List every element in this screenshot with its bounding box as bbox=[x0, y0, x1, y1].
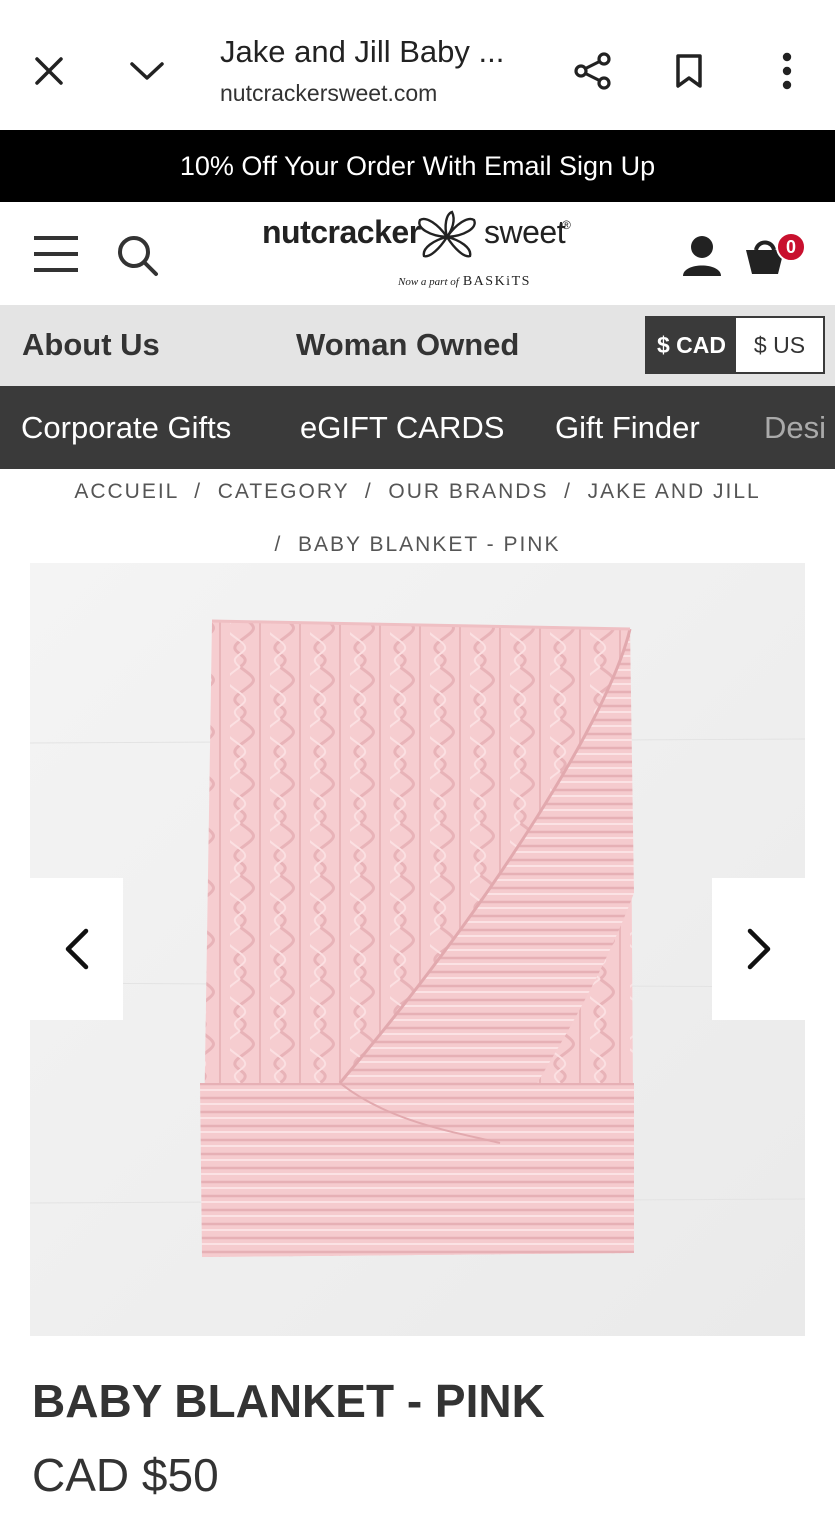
promo-banner[interactable]: 10% Off Your Order With Email Sign Up bbox=[0, 130, 835, 202]
nav-design-truncated[interactable]: Desi bbox=[764, 410, 826, 446]
logo-text-right: sweet bbox=[484, 214, 566, 250]
product-image[interactable] bbox=[30, 563, 805, 1336]
site-header: nutcracker sweet ® Now a part of BASKiTS bbox=[0, 202, 835, 305]
more-vert-icon[interactable] bbox=[768, 48, 806, 94]
share-icon[interactable] bbox=[570, 48, 616, 94]
logo-trademark: ® bbox=[562, 218, 571, 232]
logo-tagline: Now a part of BASKiTS bbox=[398, 274, 531, 290]
secondary-nav: About Us Woman Owned $ CAD $ US bbox=[0, 305, 835, 386]
account-icon[interactable] bbox=[680, 234, 724, 278]
site-logo[interactable]: nutcracker sweet ® Now a part of BASKiTS bbox=[262, 210, 582, 294]
currency-switcher: $ CAD $ US bbox=[645, 316, 825, 374]
chevron-left-icon bbox=[65, 928, 88, 970]
currency-cad-button[interactable]: $ CAD bbox=[647, 318, 736, 372]
menu-icon[interactable] bbox=[32, 234, 80, 274]
page-title[interactable]: Jake and Jill Baby ... bbox=[220, 34, 504, 70]
close-icon[interactable] bbox=[28, 50, 70, 92]
chevron-right-icon bbox=[747, 928, 770, 970]
image-next-button[interactable] bbox=[712, 878, 805, 1020]
image-prev-button[interactable] bbox=[30, 878, 123, 1020]
logo-tagline-script: Now a part of bbox=[398, 276, 459, 288]
nav-woman-owned[interactable]: Woman Owned bbox=[296, 327, 519, 363]
search-icon[interactable] bbox=[116, 234, 160, 278]
logo-text-left: nutcracker bbox=[262, 214, 421, 250]
breadcrumb-current: / BABY BLANKET - PINK bbox=[274, 533, 561, 556]
currency-usd-button[interactable]: $ US bbox=[736, 318, 823, 372]
nav-gift-finder[interactable]: Gift Finder bbox=[555, 410, 700, 446]
page-url[interactable]: nutcrackersweet.com bbox=[220, 80, 437, 107]
product-title: BABY BLANKET - PINK bbox=[32, 1375, 545, 1427]
promo-text: 10% Off Your Order With Email Sign Up bbox=[179, 150, 656, 181]
breadcrumb[interactable]: ACCUEIL / CATEGORY / OUR BRANDS / JAKE A… bbox=[0, 480, 835, 504]
nav-about-us[interactable]: About Us bbox=[22, 327, 160, 363]
nav-corporate-gifts[interactable]: Corporate Gifts bbox=[21, 410, 231, 446]
bookmark-icon[interactable] bbox=[668, 50, 710, 92]
cart-count-badge[interactable]: 0 bbox=[776, 232, 806, 262]
logo-mark-icon bbox=[416, 210, 478, 264]
nav-egift-cards[interactable]: eGIFT CARDS bbox=[300, 410, 504, 446]
browser-toolbar: Jake and Jill Baby ... nutcrackersweet.c… bbox=[0, 0, 835, 130]
chevron-down-icon[interactable] bbox=[124, 50, 170, 92]
product-price: CAD $50 bbox=[32, 1449, 219, 1501]
main-nav: Corporate Gifts eGIFT CARDS Gift Finder … bbox=[0, 386, 835, 469]
logo-tagline-brand: BASKiTS bbox=[462, 274, 531, 289]
